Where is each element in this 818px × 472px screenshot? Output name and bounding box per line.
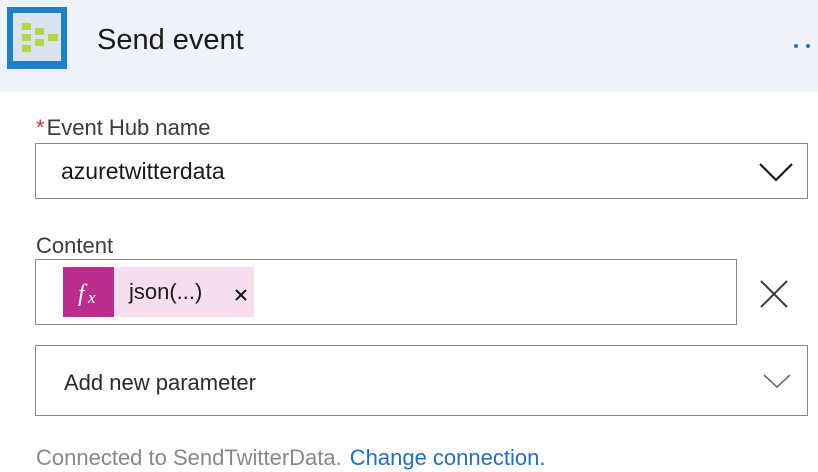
- event-hub-name-label-text: Event Hub name: [46, 115, 211, 140]
- connection-footer: Connected to SendTwitterData. Change conn…: [36, 444, 545, 472]
- svg-text:x: x: [87, 288, 96, 307]
- content-label: Content: [36, 233, 114, 258]
- event-hub-name-label: *Event Hub name: [36, 114, 210, 142]
- action-card-header[interactable]: Send event: [0, 0, 818, 92]
- event-hub-name-dropdown[interactable]: azuretwitterdata: [35, 143, 808, 199]
- required-marker: *: [36, 115, 45, 140]
- token-remove-icon[interactable]: [232, 286, 250, 304]
- action-title: Send event: [97, 24, 244, 56]
- function-icon: f x: [63, 267, 114, 317]
- expression-token[interactable]: f x json(...): [63, 267, 254, 317]
- chevron-down-icon[interactable]: [762, 372, 792, 390]
- more-options-icon[interactable]: [784, 22, 818, 58]
- event-hub-icon: [7, 7, 67, 69]
- chevron-down-icon[interactable]: [758, 161, 794, 183]
- change-connection-link[interactable]: Change connection.: [350, 445, 546, 470]
- expression-token-label: json(...): [129, 279, 203, 304]
- add-new-parameter-placeholder: Add new parameter: [64, 370, 256, 395]
- close-icon[interactable]: [755, 275, 793, 313]
- event-hub-name-value: azuretwitterdata: [61, 158, 225, 184]
- connection-status-text: Connected to SendTwitterData.: [36, 445, 342, 470]
- add-new-parameter-dropdown[interactable]: Add new parameter: [35, 345, 808, 416]
- fx-icon: f x: [78, 281, 96, 307]
- svg-text:f: f: [78, 281, 88, 307]
